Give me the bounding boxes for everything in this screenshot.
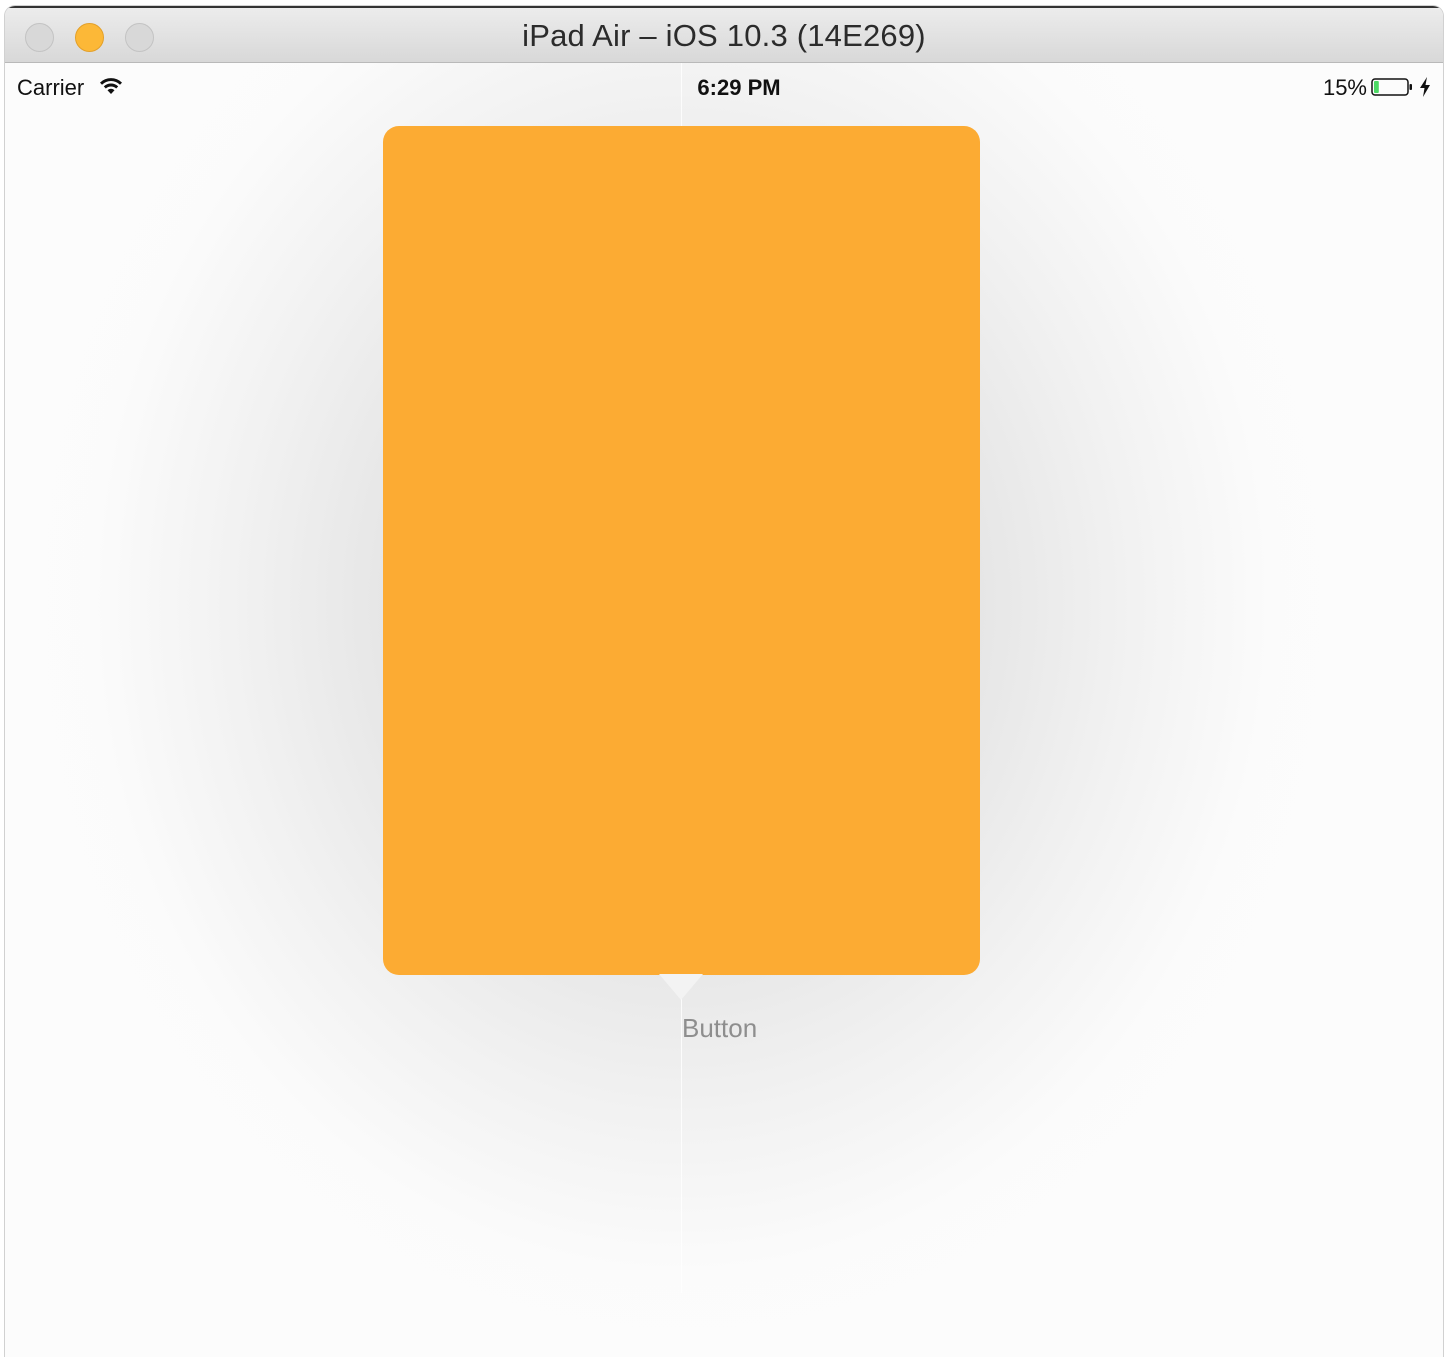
battery-percentage: 15%: [1322, 75, 1367, 100]
status-bar: Carrier 6:29 PM 15%: [5, 63, 1443, 103]
title-bar[interactable]: iPad Air – iOS 10.3 (14E269): [5, 6, 1443, 63]
clock-time: 6:29 PM: [697, 75, 781, 100]
device-screen: Carrier 6:29 PM 15% Button: [5, 63, 1443, 1357]
window-title: iPad Air – iOS 10.3 (14E269): [522, 18, 926, 53]
battery-icon: [1371, 78, 1412, 96]
button[interactable]: Button: [682, 1013, 757, 1044]
simulator-window: iPad Air – iOS 10.3 (14E269) Carrier 6:2…: [5, 6, 1443, 1357]
orange-card[interactable]: [383, 126, 980, 975]
popover-arrow: [659, 974, 703, 1000]
charging-bolt-icon: [1420, 77, 1430, 97]
battery-fill: [1374, 81, 1379, 93]
